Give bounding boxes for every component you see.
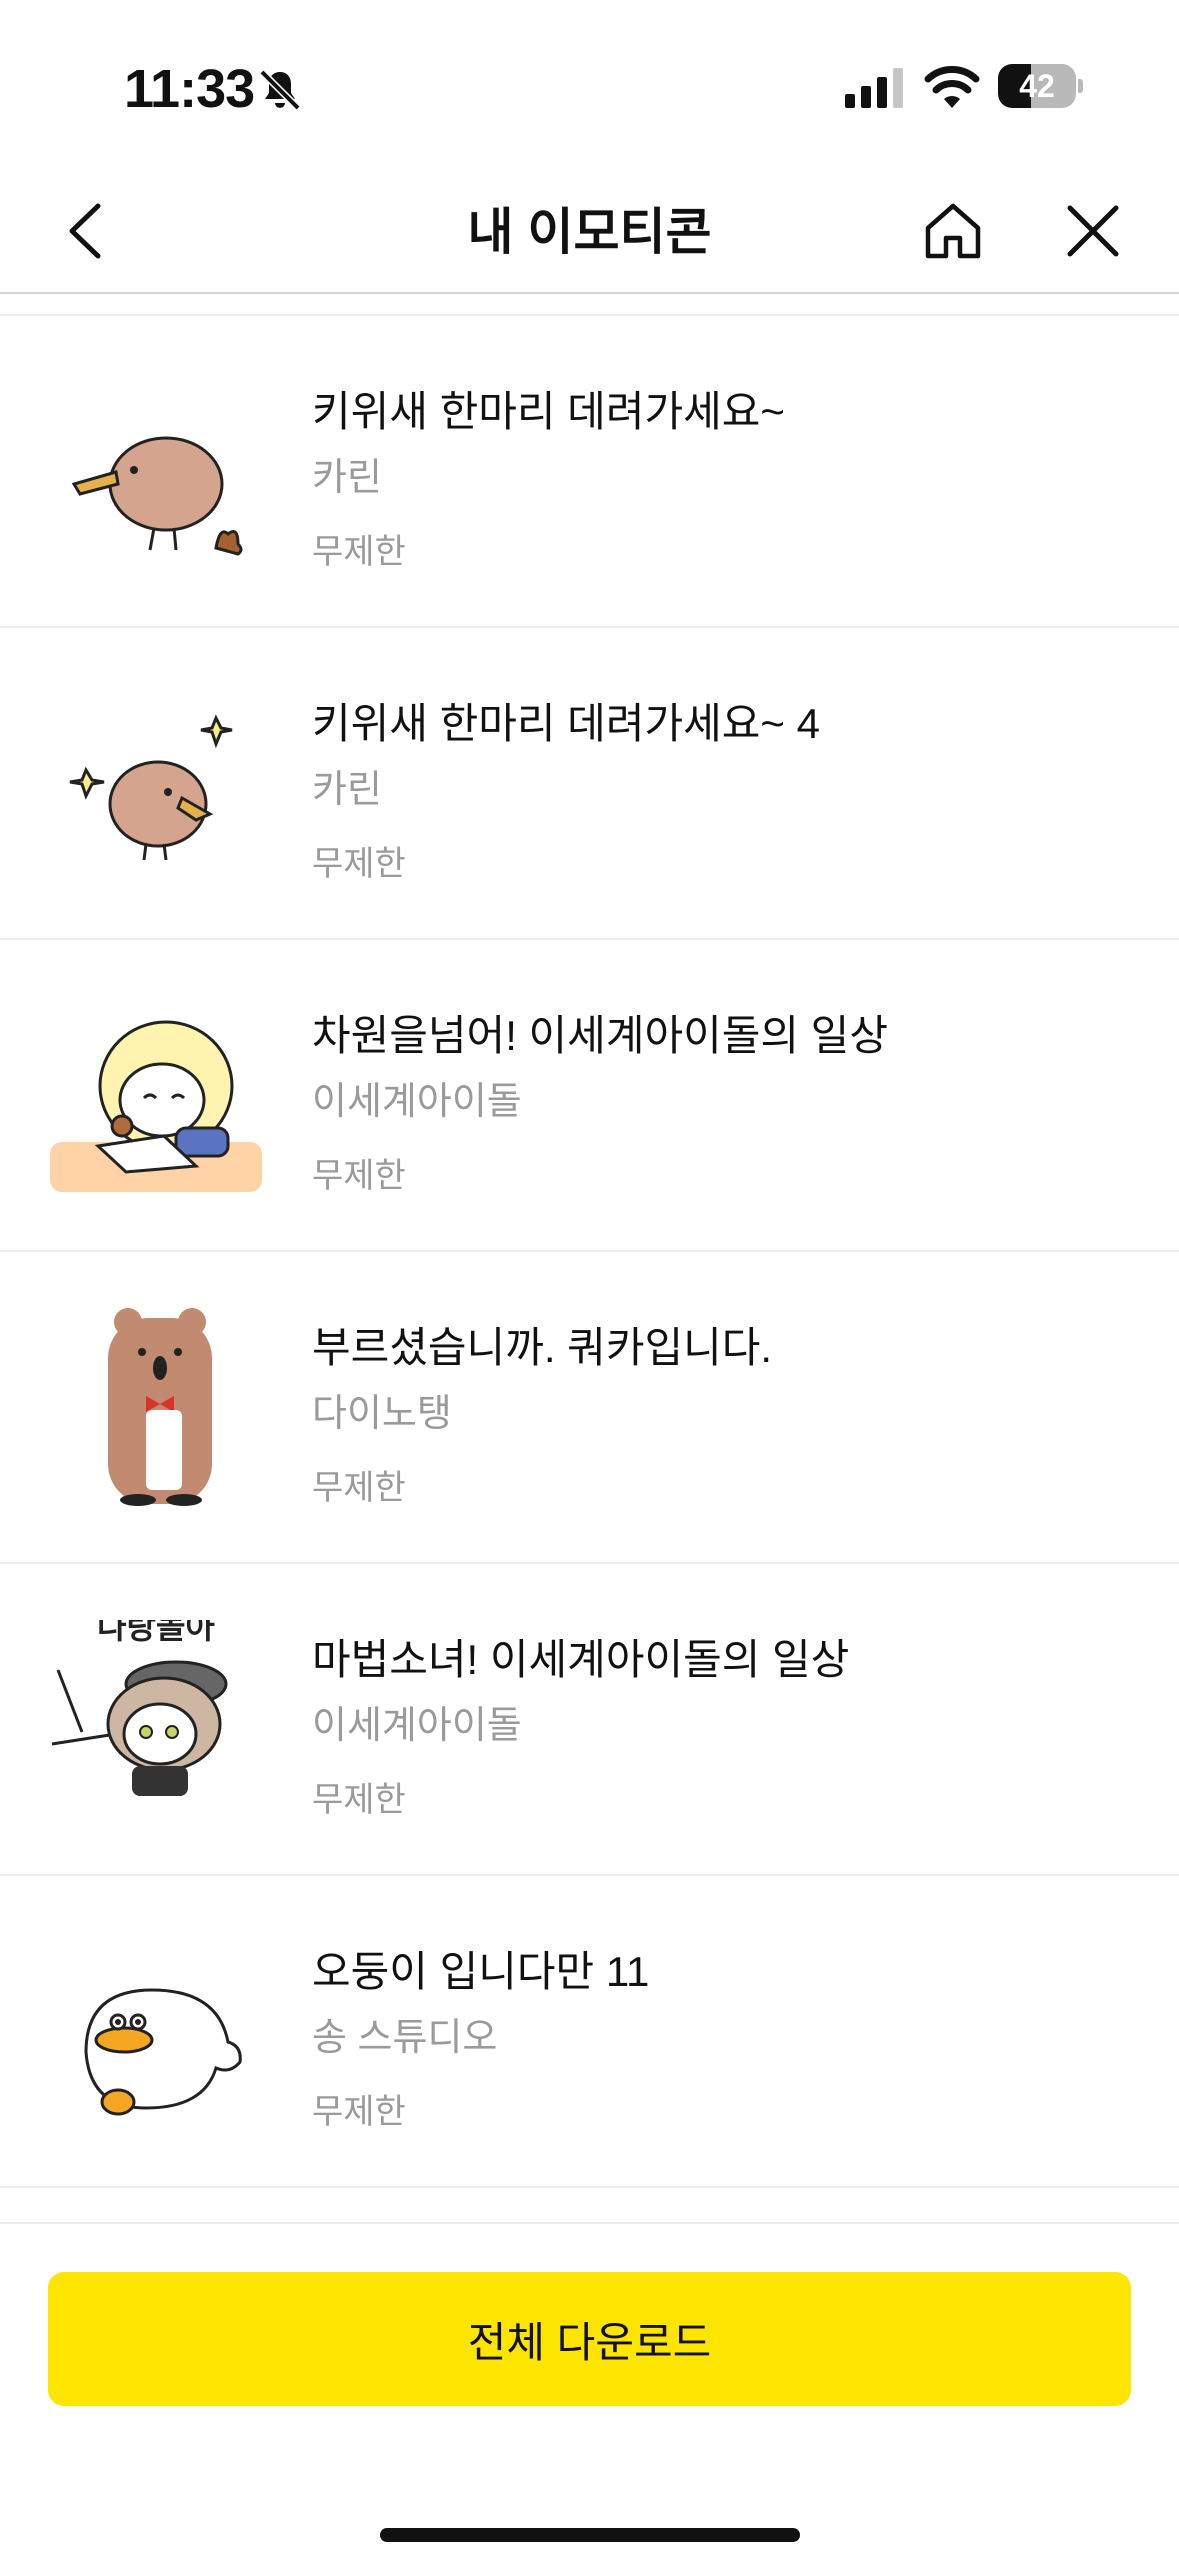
back-chevron-icon[interactable] xyxy=(56,198,116,264)
navigation-header: 내 이모티콘 xyxy=(0,170,1179,294)
emoticon-term: 무제한 xyxy=(312,1781,406,1819)
emoticon-term: 무제한 xyxy=(312,2093,406,2131)
kiwi-bird-sparkle-icon xyxy=(69,714,233,861)
status-time: 11:33 xyxy=(124,59,255,119)
emoticon-term: 무제한 xyxy=(312,845,406,883)
battery-level-text: 42 xyxy=(1019,68,1055,104)
cellular-signal-icon xyxy=(845,68,903,108)
battery-indicator: 42 xyxy=(998,64,1083,108)
emoticon-title: 키위새 한마리 데려가세요~ xyxy=(312,388,785,435)
bottom-action-bar: 전체 다운로드 xyxy=(0,2222,1179,2556)
emoticon-list: 키위새 한마리 데려가세요~ 카린 무제한 키위새 한마리 데려가세요~ 4 카… xyxy=(0,314,1179,2188)
emoticon-term: 무제한 xyxy=(312,1469,406,1507)
emoticon-term: 무제한 xyxy=(312,1157,406,1195)
wifi-icon xyxy=(924,66,980,108)
emoticon-author: 송 스튜디오 xyxy=(312,2017,498,2059)
emoticon-title: 차원을넘어! 이세계아이돌의 일상 xyxy=(312,1012,888,1059)
sticker-caption: 나랑놀아 xyxy=(97,1620,215,1646)
emoticon-list-item[interactable]: 키위새 한마리 데려가세요~ 카린 무제한 xyxy=(0,316,1179,628)
download-all-button[interactable]: 전체 다운로드 xyxy=(48,2272,1131,2406)
blonde-girl-reading-icon xyxy=(50,1020,262,1192)
white-duck-icon xyxy=(84,1988,242,2116)
emoticon-list-item[interactable]: 키위새 한마리 데려가세요~ 4 카린 무제한 xyxy=(0,628,1179,940)
emoticon-title: 키위새 한마리 데려가세요~ 4 xyxy=(312,700,820,747)
bell-slash-icon xyxy=(259,69,301,111)
home-icon[interactable] xyxy=(920,198,986,264)
kiwi-bird-icon xyxy=(71,436,243,556)
emoticon-author: 다이노탱 xyxy=(312,1393,452,1435)
emoticon-list-item[interactable]: 오둥이 입니다만 11 송 스튜디오 무제한 xyxy=(0,1876,1179,2188)
page-title: 내 이모티콘 xyxy=(467,204,712,260)
girl-beret-icon: 나랑놀아 xyxy=(51,1620,228,1796)
close-icon[interactable] xyxy=(1060,198,1126,264)
emoticon-title: 마법소녀! 이세계아이돌의 일상 xyxy=(312,1636,850,1683)
quokka-butler-icon xyxy=(108,1308,212,1506)
home-indicator[interactable] xyxy=(380,2528,800,2542)
emoticon-author: 카린 xyxy=(312,769,382,811)
emoticon-title: 부르셨습니까. 쿼카입니다. xyxy=(312,1324,773,1371)
status-bar: 11:33 42 xyxy=(0,0,1179,170)
emoticon-title: 오둥이 입니다만 11 xyxy=(312,1948,650,1995)
emoticon-list-item[interactable]: 나랑놀아 마법소녀! 이세계아이돌의 일상 이세계아이돌 무제한 xyxy=(0,1564,1179,1876)
emoticon-list-item[interactable]: 부르셨습니까. 쿼카입니다. 다이노탱 무제한 xyxy=(0,1252,1179,1564)
emoticon-author: 이세계아이돌 xyxy=(312,1705,522,1747)
emoticon-list-item[interactable]: 차원을넘어! 이세계아이돌의 일상 이세계아이돌 무제한 xyxy=(0,940,1179,1252)
emoticon-author: 카린 xyxy=(312,457,382,499)
emoticon-term: 무제한 xyxy=(312,533,406,571)
emoticon-author: 이세계아이돌 xyxy=(312,1081,522,1123)
